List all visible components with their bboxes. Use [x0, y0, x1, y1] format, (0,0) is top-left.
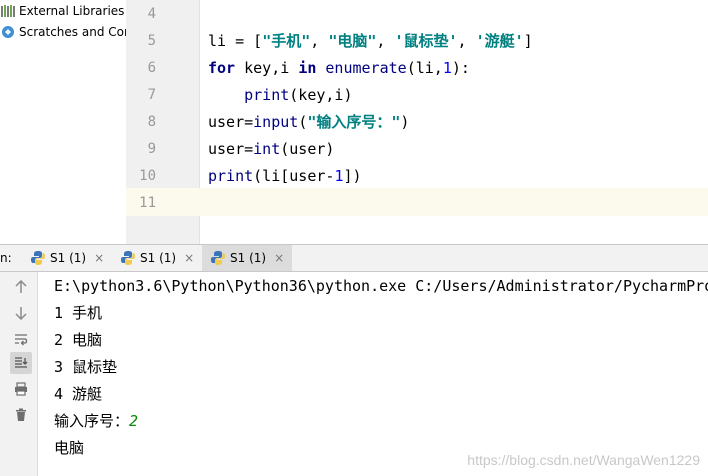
- run-tab-label: S1 (1): [140, 251, 177, 265]
- code-editor[interactable]: li = ["手机", "电脑", '鼠标垫', '游艇'] for key,i…: [200, 0, 708, 220]
- project-tree: External Libraries Scratches and Cor: [0, 0, 126, 244]
- print-icon[interactable]: [10, 378, 32, 400]
- run-tab-2[interactable]: S1 (1) ×: [112, 245, 202, 271]
- code-line-7[interactable]: print(key,i): [208, 82, 352, 109]
- code-line-10[interactable]: print(li[user-1]): [208, 163, 362, 190]
- line-number: 9: [147, 141, 156, 157]
- library-icon: [1, 5, 15, 17]
- console-prompt: 输入序号：: [54, 412, 130, 430]
- console-prompt-line: 输入序号：2: [54, 408, 138, 435]
- up-arrow-icon[interactable]: [10, 276, 32, 298]
- run-tab-label: S1 (1): [50, 251, 87, 265]
- tree-item-external-libraries[interactable]: External Libraries: [0, 1, 124, 21]
- console-output-line: 4 游艇: [54, 385, 103, 403]
- console-output-line: 1 手机: [54, 304, 103, 322]
- run-side-toolbar: [0, 272, 38, 476]
- line-number: 8: [147, 114, 156, 130]
- editor-gutter-bottom: [126, 220, 200, 244]
- soft-wrap-icon[interactable]: [10, 328, 32, 350]
- close-icon[interactable]: ×: [94, 251, 104, 265]
- trash-icon[interactable]: [10, 404, 32, 426]
- run-panel-label: n:: [0, 251, 12, 265]
- line-number: 10: [139, 168, 156, 184]
- tree-item-scratches[interactable]: Scratches and Cor: [0, 22, 126, 42]
- scratches-icon: [2, 26, 14, 38]
- tree-item-label: Scratches and Cor: [19, 25, 126, 39]
- line-number: 5: [147, 33, 156, 49]
- python-icon: [121, 251, 135, 265]
- code-line-5[interactable]: li = ["手机", "电脑", '鼠标垫', '游艇']: [208, 28, 533, 55]
- code-line-8[interactable]: user=input("输入序号："): [208, 109, 409, 136]
- python-icon: [211, 251, 225, 265]
- line-number: 11: [139, 195, 156, 211]
- run-tab-label: S1 (1): [230, 251, 267, 265]
- run-tab-3[interactable]: S1 (1) ×: [202, 245, 293, 271]
- tree-item-label: External Libraries: [19, 4, 125, 18]
- run-tab-1[interactable]: S1 (1) ×: [22, 245, 112, 271]
- console-output-line: 3 鼠标垫: [54, 358, 118, 376]
- code-line-9[interactable]: user=int(user): [208, 136, 334, 163]
- run-tab-bar: n: S1 (1) × S1 (1) × S1 (1) ×: [0, 244, 708, 272]
- console-result-line: 电脑: [54, 439, 85, 457]
- watermark: https://blog.csdn.net/WangaWen1229: [467, 452, 700, 468]
- console-command-line: E:\python3.6\Python\Python36\python.exe …: [54, 277, 708, 295]
- close-icon[interactable]: ×: [184, 251, 194, 265]
- line-number: 6: [147, 60, 156, 76]
- run-console[interactable]: E:\python3.6\Python\Python36\python.exe …: [38, 272, 708, 476]
- python-icon: [31, 251, 45, 265]
- console-user-input: 2: [129, 412, 139, 430]
- line-number: 4: [147, 6, 156, 22]
- scroll-to-end-icon[interactable]: [10, 352, 32, 374]
- code-line-6[interactable]: for key,i in enumerate(li,1):: [208, 55, 470, 82]
- line-number: 7: [147, 87, 156, 103]
- down-arrow-icon[interactable]: [10, 302, 32, 324]
- console-output-line: 2 电脑: [54, 331, 103, 349]
- close-icon[interactable]: ×: [274, 251, 284, 265]
